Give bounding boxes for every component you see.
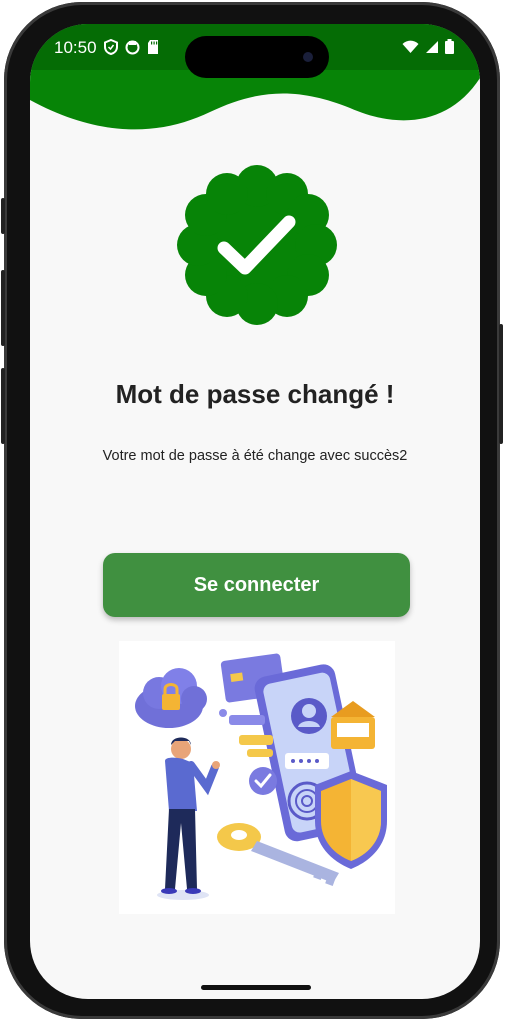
front-camera	[303, 52, 313, 62]
shield-icon	[104, 39, 118, 55]
page-title: Mot de passe changé !	[115, 379, 395, 409]
status-icons-left	[104, 39, 159, 55]
volume-up-button	[1, 270, 5, 346]
phone-frame: 10:50 Mot de passe changé ! Votre mot de…	[1, 2, 503, 1019]
status-icons-right	[402, 39, 454, 54]
signal-icon	[426, 40, 438, 53]
connect-button[interactable]: Se connecter	[103, 553, 410, 617]
home-indicator[interactable]	[201, 985, 311, 990]
cloud-lock-icon	[135, 668, 207, 728]
success-message: Votre mot de passe à été change avec suc…	[102, 448, 408, 464]
power-button	[499, 324, 503, 444]
action-button	[1, 198, 5, 234]
app-screen: 10:50 Mot de passe changé ! Votre mot de…	[30, 24, 480, 999]
sd-card-icon	[148, 40, 158, 54]
verified-check-badge-icon	[177, 165, 337, 325]
wifi-icon	[402, 40, 419, 53]
check-circle-icon	[249, 767, 277, 795]
shield-icon	[315, 771, 387, 869]
man-figure	[157, 737, 220, 900]
circle-status-icon	[125, 40, 140, 55]
dynamic-island	[185, 36, 329, 78]
security-illustration	[119, 641, 395, 914]
battery-icon	[445, 39, 454, 54]
status-time: 10:50	[54, 38, 97, 57]
volume-down-button	[1, 368, 5, 444]
